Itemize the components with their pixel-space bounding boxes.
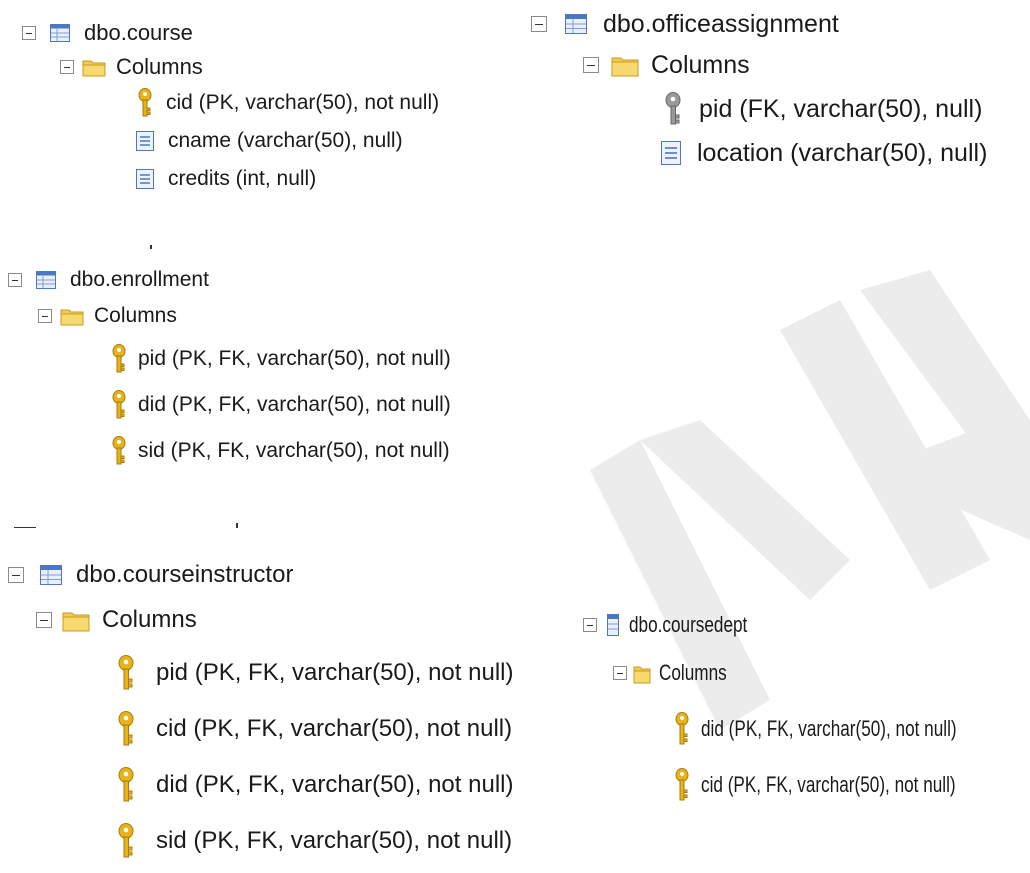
column-row[interactable]: did (PK, FK, varchar(50), not null) xyxy=(675,701,1029,757)
folder-icon xyxy=(62,608,90,632)
tree-course: dbo.course Columns cid (PK, varchar(50),… xyxy=(22,16,439,198)
column-label: pid (PK, FK, varchar(50), not null) xyxy=(156,659,514,686)
column-label: location (varchar(50), null) xyxy=(697,138,988,167)
foreign-key-icon xyxy=(665,92,681,126)
column-label: sid (PK, FK, varchar(50), not null) xyxy=(138,439,450,462)
columns-folder-node[interactable]: Columns xyxy=(613,645,1029,701)
column-row[interactable]: cid (PK, FK, varchar(50), not null) xyxy=(675,757,1029,813)
table-icon xyxy=(40,565,62,585)
column-label: sid (PK, FK, varchar(50), not null) xyxy=(156,827,513,854)
stray-dash xyxy=(14,527,36,528)
tree-officeassignment: dbo.officeassignment Columns pid (FK, va… xyxy=(531,4,987,174)
column-row[interactable]: pid (PK, FK, varchar(50), not null) xyxy=(112,335,451,382)
folder-label: Columns xyxy=(102,606,197,633)
column-icon xyxy=(136,131,154,151)
column-row[interactable]: did (PK, FK, varchar(50), not null) xyxy=(118,757,513,813)
collapse-toggle-icon[interactable] xyxy=(36,612,52,628)
tree-enrollment: dbo.enrollment Columns pid (PK, FK, varc… xyxy=(8,263,451,474)
table-node-course[interactable]: dbo.course xyxy=(22,16,439,50)
column-label: cid (PK, FK, varchar(50), not null) xyxy=(701,772,956,797)
collapse-toggle-icon[interactable] xyxy=(22,26,36,40)
column-label: cname (varchar(50), null) xyxy=(168,129,403,152)
column-label: did (PK, FK, varchar(50), not null) xyxy=(156,771,514,798)
stray-dot xyxy=(150,245,152,249)
column-label: cid (PK, varchar(50), not null) xyxy=(166,91,440,114)
key-icon xyxy=(112,390,126,420)
key-icon xyxy=(118,767,134,803)
table-icon xyxy=(607,614,619,636)
folder-label: Columns xyxy=(659,660,727,685)
table-name: dbo.coursedept xyxy=(629,612,748,637)
collapse-toggle-icon[interactable] xyxy=(8,567,24,583)
collapse-toggle-icon[interactable] xyxy=(38,309,52,323)
table-node-enrollment[interactable]: dbo.enrollment xyxy=(8,263,451,297)
collapse-toggle-icon[interactable] xyxy=(583,618,597,632)
table-icon xyxy=(50,24,70,42)
columns-folder-node[interactable]: Columns xyxy=(583,44,987,86)
tree-coursedept: dbo.coursedept Columns did (PK, FK, varc… xyxy=(583,605,1029,813)
columns-folder-node[interactable]: Columns xyxy=(38,297,451,335)
collapse-toggle-icon[interactable] xyxy=(8,273,22,287)
column-row[interactable]: did (PK, FK, varchar(50), not null) xyxy=(112,382,451,428)
column-row[interactable]: cid (PK, FK, varchar(50), not null) xyxy=(118,701,513,757)
folder-label: Columns xyxy=(651,50,750,79)
columns-folder-node[interactable]: Columns xyxy=(60,50,439,84)
key-icon xyxy=(118,655,134,691)
column-label: cid (PK, FK, varchar(50), not null) xyxy=(156,715,513,742)
column-row[interactable]: cid (PK, varchar(50), not null) xyxy=(138,84,439,122)
table-node-coursedept[interactable]: dbo.coursedept xyxy=(583,605,1029,645)
table-name: dbo.course xyxy=(84,20,193,45)
folder-label: Columns xyxy=(94,304,177,327)
key-icon xyxy=(675,712,689,746)
column-icon xyxy=(661,141,681,165)
table-icon xyxy=(565,14,587,34)
column-label: pid (FK, varchar(50), null) xyxy=(699,94,983,123)
table-icon xyxy=(36,271,56,289)
table-node-officeassignment[interactable]: dbo.officeassignment xyxy=(531,4,987,44)
column-row[interactable]: pid (FK, varchar(50), null) xyxy=(665,86,987,132)
columns-folder-node[interactable]: Columns xyxy=(36,595,513,645)
column-icon xyxy=(136,169,154,189)
collapse-toggle-icon[interactable] xyxy=(613,666,627,680)
stray-dot xyxy=(236,523,238,528)
folder-icon xyxy=(82,57,106,77)
column-label: did (PK, FK, varchar(50), not null) xyxy=(138,393,451,416)
collapse-toggle-icon[interactable] xyxy=(60,60,74,74)
key-icon xyxy=(138,88,152,118)
key-icon xyxy=(112,436,126,466)
table-name: dbo.courseinstructor xyxy=(76,561,294,588)
column-row[interactable]: credits (int, null) xyxy=(136,160,439,198)
column-label: credits (int, null) xyxy=(168,167,317,190)
tree-courseinstructor: dbo.courseinstructor Columns pid (PK, FK… xyxy=(8,555,513,869)
table-node-courseinstructor[interactable]: dbo.courseinstructor xyxy=(8,555,513,595)
key-icon xyxy=(675,768,689,802)
column-row[interactable]: location (varchar(50), null) xyxy=(661,132,987,174)
column-row[interactable]: sid (PK, FK, varchar(50), not null) xyxy=(118,813,513,869)
collapse-toggle-icon[interactable] xyxy=(531,16,547,32)
key-icon xyxy=(112,343,126,374)
collapse-toggle-icon[interactable] xyxy=(583,57,599,73)
table-name: dbo.officeassignment xyxy=(603,9,839,38)
column-label: pid (PK, FK, varchar(50), not null) xyxy=(138,346,451,370)
column-row[interactable]: cname (varchar(50), null) xyxy=(136,122,439,160)
table-name: dbo.enrollment xyxy=(70,268,209,291)
key-icon xyxy=(118,823,134,859)
key-icon xyxy=(118,711,134,747)
column-row[interactable]: pid (PK, FK, varchar(50), not null) xyxy=(118,645,513,701)
column-row[interactable]: sid (PK, FK, varchar(50), not null) xyxy=(112,428,451,474)
folder-icon xyxy=(633,662,651,684)
folder-icon xyxy=(611,53,639,77)
column-label: did (PK, FK, varchar(50), not null) xyxy=(701,716,957,741)
folder-icon xyxy=(60,306,84,326)
folder-label: Columns xyxy=(116,54,203,79)
